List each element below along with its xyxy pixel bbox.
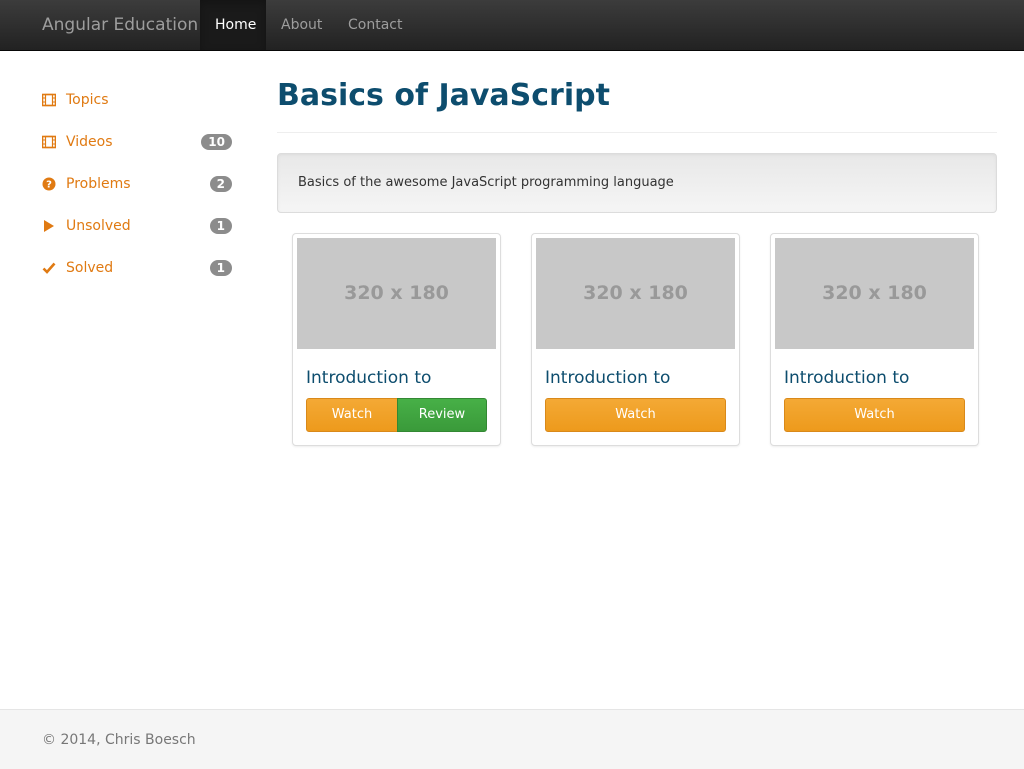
count-badge: 10 [201,134,232,150]
question-circle-icon: ? [42,177,56,191]
video-thumbnail[interactable]: 320 x 180 [297,238,496,349]
count-badge: 1 [209,260,232,276]
nav-home[interactable]: Home [200,0,266,50]
video-title: Introduction to [545,368,671,388]
top-navbar: Angular Education Home About Contact [0,0,1024,51]
svg-text:?: ? [46,180,52,191]
watch-button[interactable]: Watch [545,398,726,432]
video-card: 320 x 180 Introduction to Watch Review [292,233,501,446]
check-icon [42,262,56,274]
title-divider [277,132,997,133]
sidebar-item-label: Videos [66,134,113,150]
sidebar-item-videos[interactable]: Videos 10 [42,131,232,153]
sidebar-item-label: Topics [66,92,109,108]
nav-contact[interactable]: Contact [333,0,417,50]
video-title: Introduction to [306,368,432,388]
description-well: Basics of the awesome JavaScript program… [277,153,997,213]
sidebar-item-problems[interactable]: ? Problems 2 [42,173,232,195]
film-icon [42,135,56,149]
watch-button[interactable]: Watch [784,398,965,432]
video-card: 320 x 180 Introduction to Watch [531,233,740,446]
sidebar-item-topics[interactable]: Topics [42,89,232,111]
nav-about[interactable]: About [266,0,337,50]
page-footer: © 2014, Chris Boesch [0,709,1024,769]
film-icon [42,93,56,107]
sidebar-item-label: Problems [66,176,131,192]
count-badge: 2 [209,176,232,192]
video-title: Introduction to [784,368,910,388]
page-title: Basics of JavaScript [277,78,610,113]
sidebar-item-solved[interactable]: Solved 1 [42,257,232,279]
copyright-text: © 2014, Chris Boesch [42,732,196,748]
sidebar-item-label: Solved [66,260,114,276]
watch-button[interactable]: Watch [306,398,398,432]
video-thumbnail[interactable]: 320 x 180 [536,238,735,349]
brand-link[interactable]: Angular Education [42,0,198,50]
video-thumbnail[interactable]: 320 x 180 [775,238,974,349]
review-button[interactable]: Review [397,398,487,432]
topic-description: Basics of the awesome JavaScript program… [298,175,674,190]
play-icon [44,220,54,232]
sidebar-item-unsolved[interactable]: Unsolved 1 [42,215,232,237]
sidebar-item-label: Unsolved [66,218,131,234]
video-card: 320 x 180 Introduction to Watch [770,233,979,446]
count-badge: 1 [209,218,232,234]
